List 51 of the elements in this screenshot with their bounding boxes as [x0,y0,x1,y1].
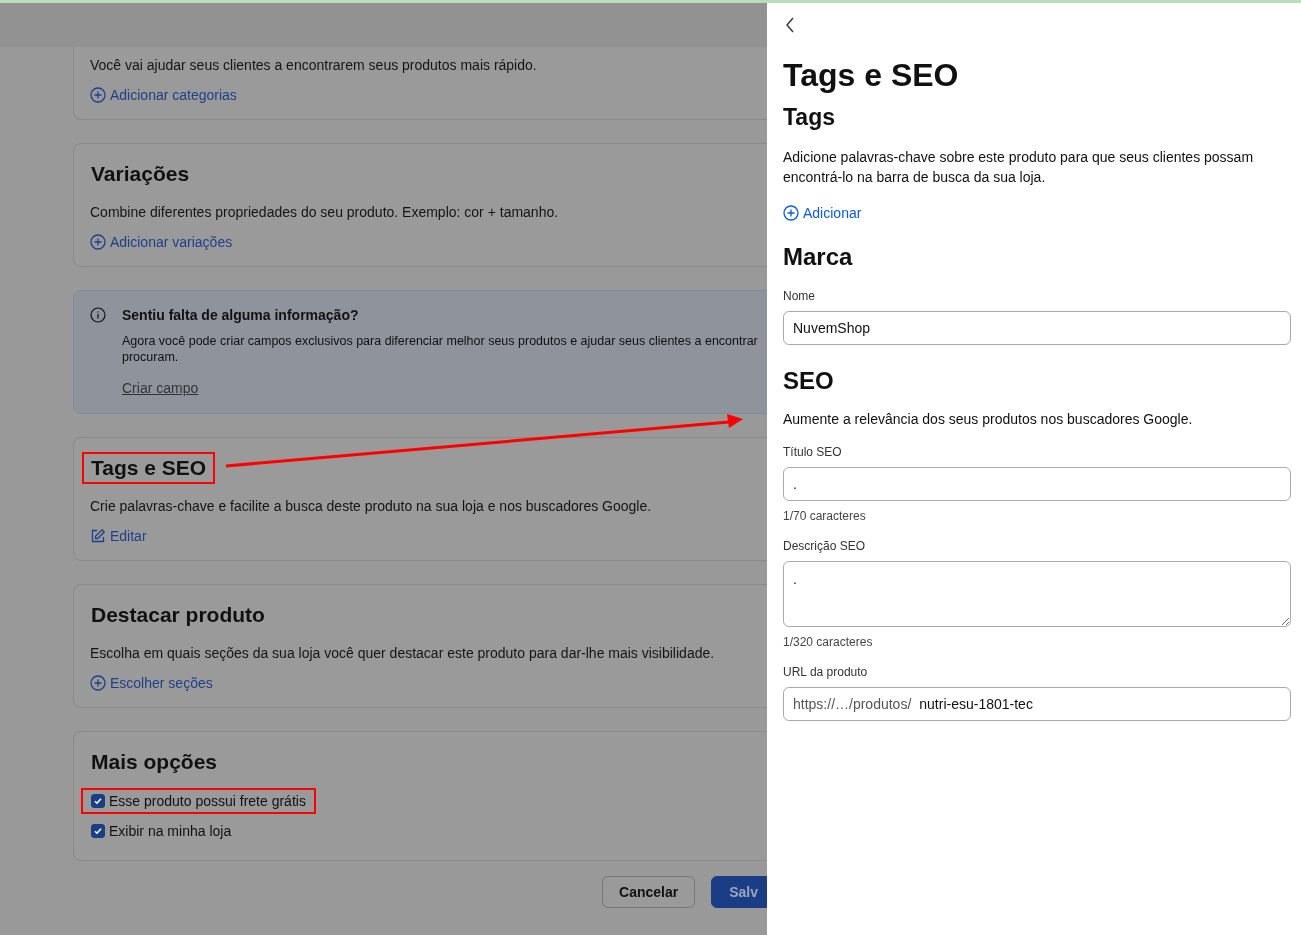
save-button[interactable]: Salv [711,876,767,908]
url-field[interactable]: https://…/produtos/ nutri-esu-1801-tec [783,687,1291,721]
section-title: Tags e SEO [82,452,216,484]
option-label: Esse produto possui frete grátis [109,793,306,809]
url-prefix: https://…/produtos/ [793,696,912,712]
section-heading: Tags [783,104,835,131]
field-label: URL da produto [783,665,868,679]
section-heading: Marca [783,243,853,271]
textarea-field[interactable]: . [783,561,1291,627]
section-heading: SEO [783,367,834,395]
option-label: Exibir na minha loja [109,823,232,839]
panel-title: Tags e SEO [783,57,959,94]
section-description: Aumente a relevância dos seus produtos nos buscadores Google. [783,410,1193,429]
action-link[interactable]: Adicionar categorias [90,87,237,103]
action-link[interactable]: Adicionar variações [90,234,233,250]
section-title: Variações [90,161,191,187]
section-description: Você vai ajudar seus clientes a encontrarem seus produtos mais rápido. [90,57,537,73]
checkbox-option[interactable]: Exibir na minha loja [81,818,242,844]
action-link[interactable]: Editar [90,528,147,544]
section-description: Combine diferentes propriedades do seu produto. Exemplo: cor + tamanho. [90,204,559,220]
checkbox-option[interactable]: Esse produto possui frete grátis [81,788,316,814]
checkbox[interactable] [91,794,105,808]
info-title: Sentiu falta de alguma informação? [122,307,360,323]
plus-circle-icon [90,675,106,691]
input-field[interactable]: NuvemShop [783,311,1291,345]
section-description: Adicione palavras-chave sobre este produto para que seus clientes possam encontrá-lo na barra de busca da sua loja. [783,148,1255,187]
url-value: nutri-esu-1801-tec [919,696,1034,712]
field-label: Título SEO [783,445,842,459]
check-icon [93,826,103,836]
plus-circle-icon [783,205,799,221]
chevron-left-icon [785,17,795,33]
checkbox[interactable] [91,824,105,838]
info-text: Agora você pode criar campos exclusivos para diferenciar melhor seus produtos e ajudar seus clientes a encontrar procuram. [122,333,758,365]
section-description: Escolha em quais seções da sua loja você quer destacar este produto para dar-lhe mais visibilidade. [90,645,715,661]
character-counter: 1/320 caracteres [783,635,873,649]
field-label: Descrição SEO [783,539,866,553]
character-counter: 1/70 caracteres [783,509,866,523]
check-icon [93,796,103,806]
field-label: Nome [783,289,815,303]
section-title: Mais opções [90,749,219,775]
create-field-link[interactable]: Criar campo [122,380,199,396]
plus-circle-icon [90,234,106,250]
edit-icon [90,528,106,544]
input-field[interactable]: . [783,467,1291,501]
cancel-button[interactable]: Cancelar [602,876,696,908]
action-link[interactable]: Escolher seções [90,675,213,691]
info-icon [90,307,106,323]
add-tag-link[interactable]: Adicionar [783,205,862,221]
section-description: Crie palavras-chave e facilite a busca deste produto na sua loja e nos buscadores Google. [90,498,652,514]
plus-circle-icon [90,87,106,103]
section-title: Destacar produto [90,602,266,628]
